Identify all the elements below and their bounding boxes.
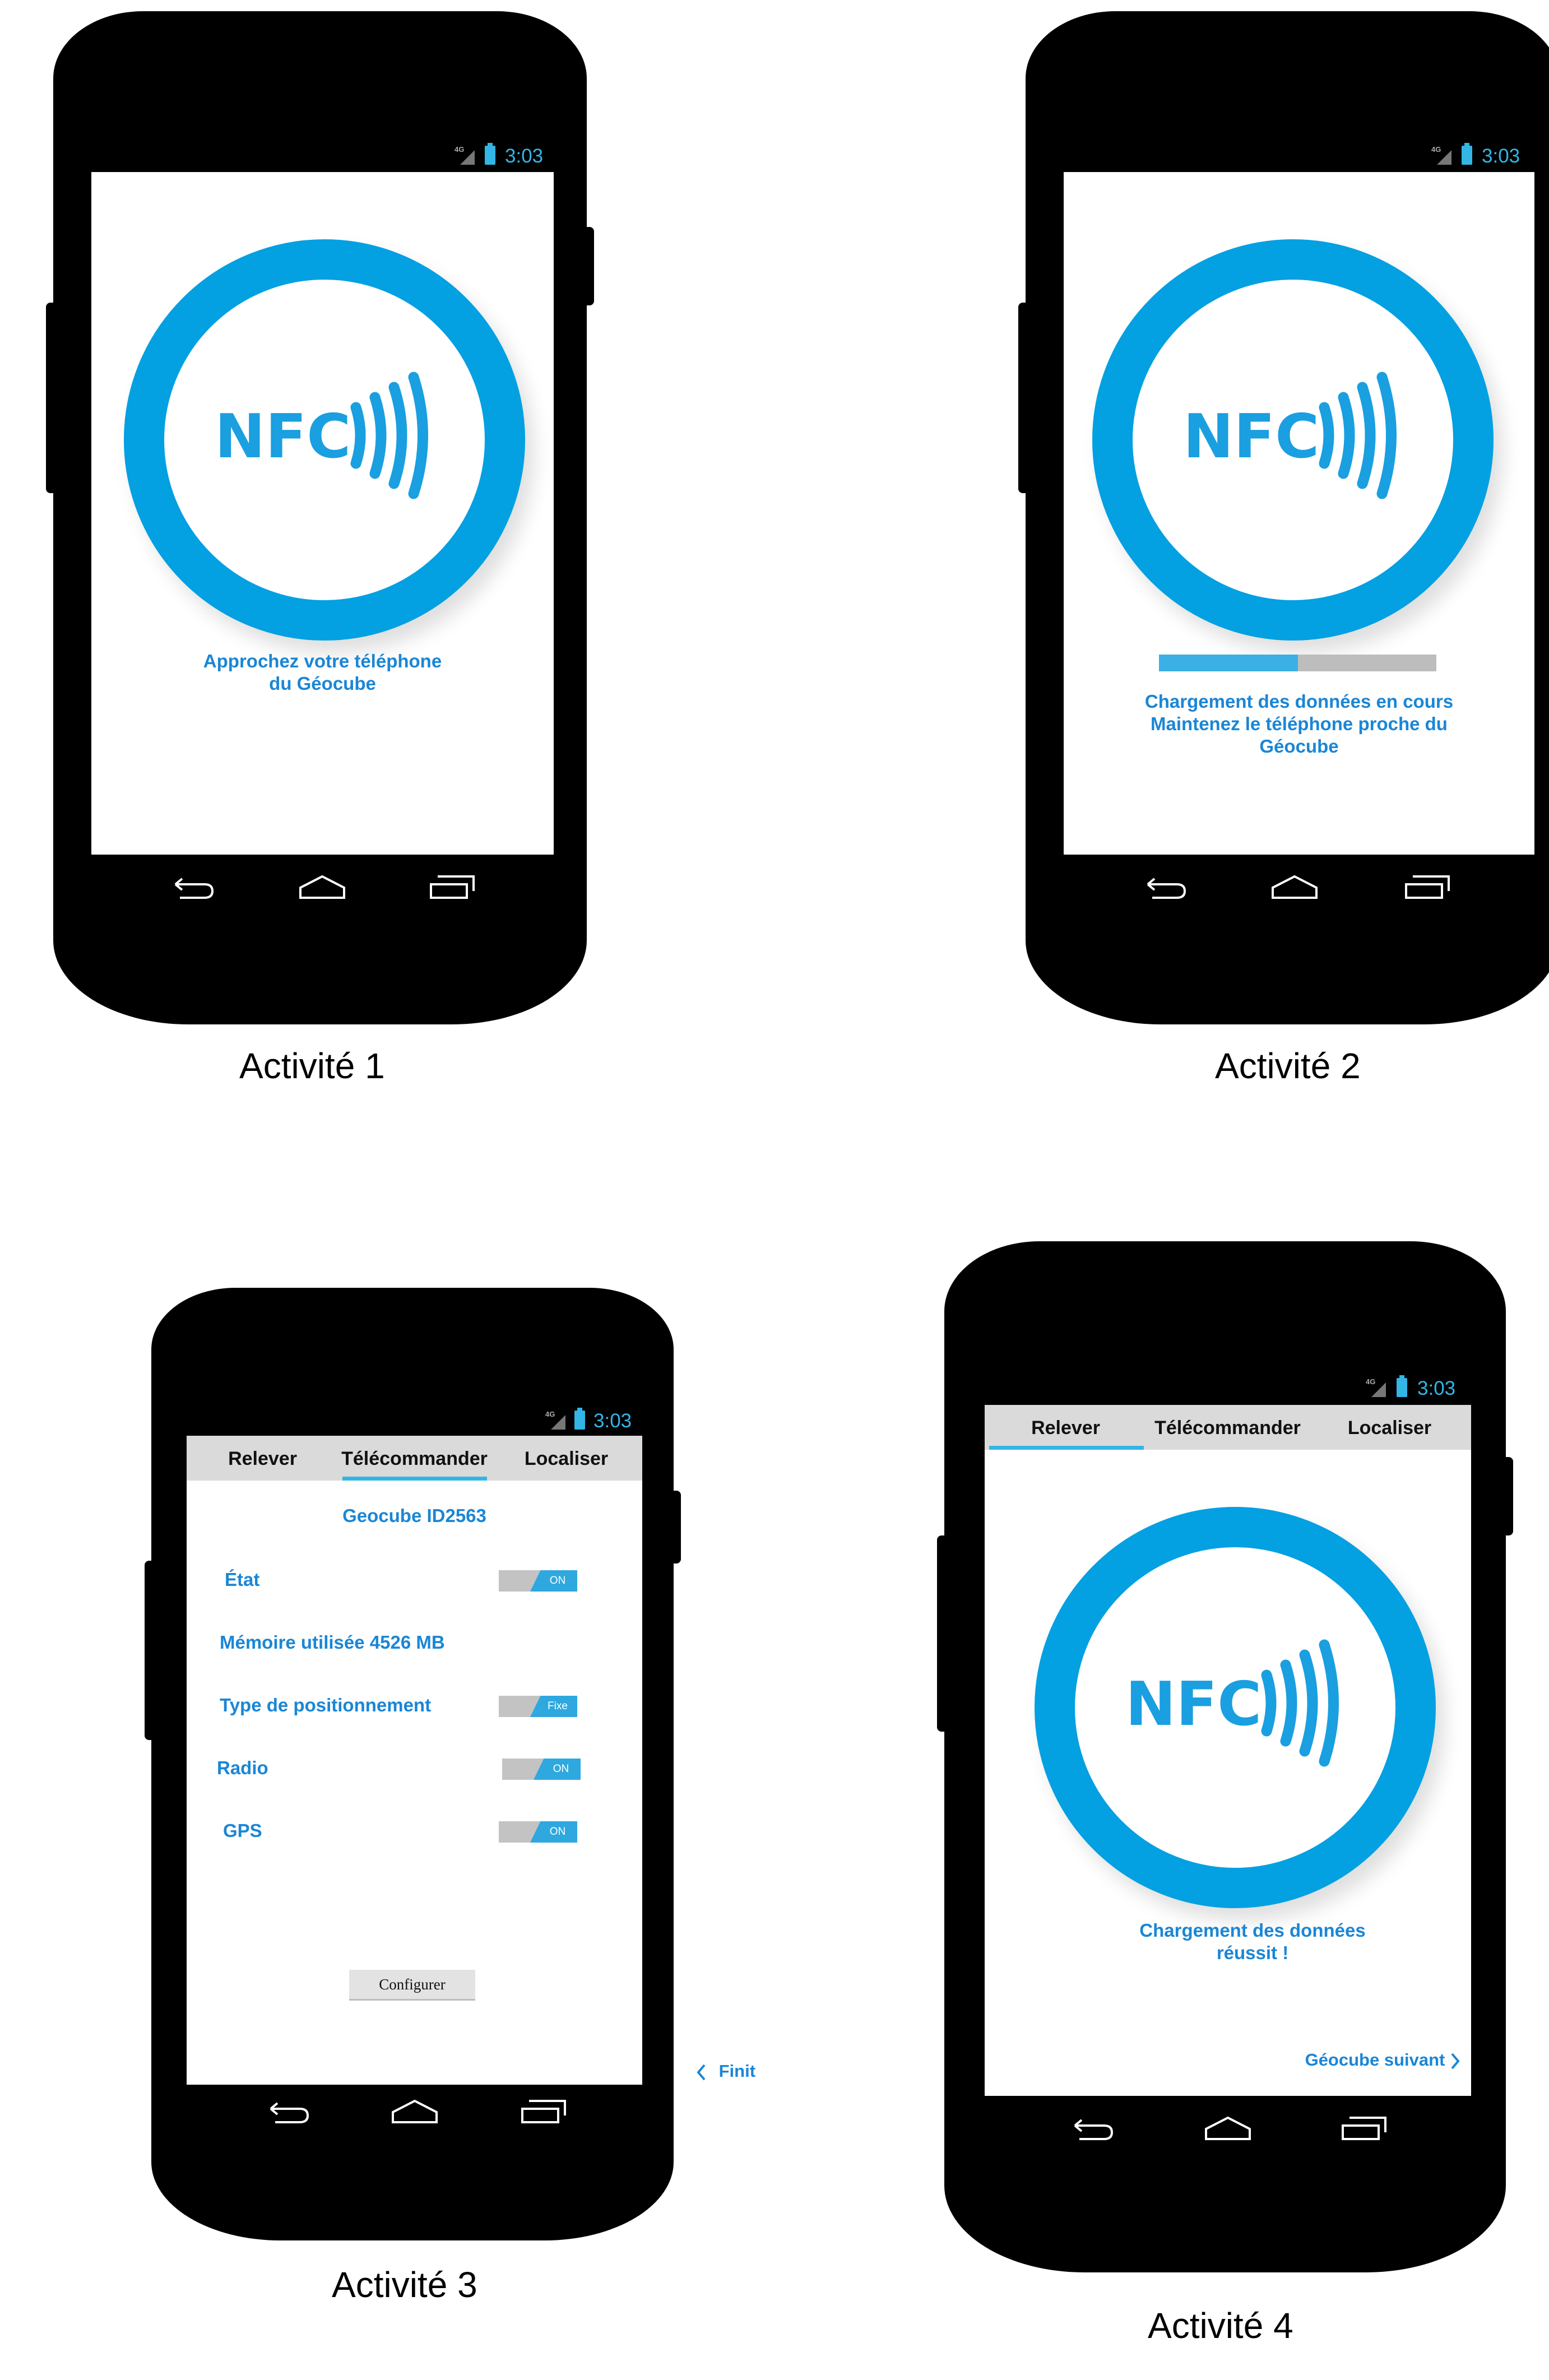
gps-toggle-label: ON <box>549 1826 566 1838</box>
next-geocube-link[interactable]: Géocube suivant <box>1305 2051 1461 2071</box>
tab-bar: Relever Télécommander Localiser <box>985 1405 1471 1450</box>
screen: Relever Télécommander Localiser Geocube … <box>187 1436 642 2085</box>
finish-link[interactable]: Finit <box>695 2062 755 2082</box>
chevron-right-icon <box>1451 2053 1460 2070</box>
status-time: 3:03 <box>505 145 544 167</box>
loading-text: Chargement des données en cours Maintene… <box>1064 690 1534 758</box>
phone-volume-button <box>1018 303 1029 493</box>
positioning-type-label: Type de positionnement <box>220 1695 432 1715</box>
tab-bar: Relever Télécommander Localiser <box>187 1436 642 1481</box>
phone-power-button <box>1502 1457 1513 1535</box>
back-icon[interactable] <box>171 874 216 902</box>
status-time: 3:03 <box>1482 145 1520 167</box>
success-line-2: réussit ! <box>1216 1942 1289 1963</box>
configure-button[interactable]: Configurer <box>349 1970 475 2001</box>
success-text: Chargement des données réussit ! <box>985 1919 1471 1964</box>
status-bar: 4G 3:03 <box>187 1408 642 1436</box>
loading-line-1: Chargement des données en cours <box>1144 691 1454 712</box>
battery-icon <box>1397 1375 1407 1397</box>
screen: Relever Télécommander Localiser NFC Char… <box>985 1405 1471 2096</box>
tab-telecommander[interactable]: Télécommander <box>338 1436 490 1481</box>
signal-icon: 4G <box>1366 1378 1386 1397</box>
recent-apps-icon[interactable] <box>429 873 477 901</box>
phone-volume-button <box>46 303 57 493</box>
caption-activity-3: Activité 3 <box>332 2265 477 2305</box>
chevron-left-icon <box>697 2064 706 2081</box>
instruction-line-2: du Géocube <box>269 673 376 694</box>
status-time: 3:03 <box>593 1410 632 1432</box>
caption-activity-4: Activité 4 <box>1148 2305 1293 2346</box>
loading-line-2: Maintenez le téléphone proche du <box>1151 713 1448 734</box>
progress-fill <box>1159 655 1298 671</box>
screen: NFC Approchez votre téléphone du Géocube <box>91 172 554 855</box>
state-label: État <box>225 1569 260 1590</box>
instruction-text: Approchez votre téléphone du Géocube <box>91 650 554 695</box>
home-icon[interactable] <box>298 873 346 901</box>
signal-icon: 4G <box>1431 146 1451 165</box>
back-icon[interactable] <box>1070 2115 1115 2144</box>
home-icon[interactable] <box>391 2098 439 2126</box>
nfc-icon: NFC <box>1183 372 1397 499</box>
tab-relever[interactable]: Relever <box>985 1405 1147 1450</box>
geocube-id-title: Geocube ID2563 <box>342 1505 486 1526</box>
status-time: 3:03 <box>1417 1377 1456 1399</box>
success-line-1: Chargement des données <box>1139 1920 1366 1941</box>
radio-toggle[interactable]: ON <box>502 1759 581 1780</box>
phone-volume-button <box>145 1561 156 1740</box>
nfc-logo-text: NFC <box>1183 402 1319 472</box>
tab-relever[interactable]: Relever <box>187 1436 338 1481</box>
phone-power-button <box>583 227 594 305</box>
caption-activity-1: Activité 1 <box>239 1046 385 1086</box>
radio-label: Radio <box>217 1757 268 1778</box>
finish-link-label: Finit <box>718 2061 756 2081</box>
radio-toggle-label: ON <box>553 1763 569 1775</box>
recent-apps-icon[interactable] <box>520 2098 568 2126</box>
caption-activity-2: Activité 2 <box>1215 1046 1361 1086</box>
phone-power-button <box>670 1491 681 1564</box>
signal-icon: 4G <box>455 146 475 165</box>
active-tab-indicator <box>342 1477 487 1481</box>
gps-label: GPS <box>223 1820 262 1841</box>
positioning-toggle-label: Fixe <box>548 1700 568 1712</box>
nfc-logo-text: NFC <box>1125 1669 1262 1739</box>
battery-icon <box>574 1408 585 1430</box>
tab-localiser[interactable]: Localiser <box>1309 1405 1471 1450</box>
back-icon[interactable] <box>1143 874 1188 902</box>
status-bar: 4G 3:03 <box>91 143 554 171</box>
tab-localiser[interactable]: Localiser <box>490 1436 642 1481</box>
nfc-icon: NFC <box>1125 1639 1339 1767</box>
battery-icon <box>1462 143 1472 165</box>
back-icon[interactable] <box>266 2099 311 2127</box>
memory-used-label: Mémoire utilisée 4526 MB <box>220 1632 445 1653</box>
home-icon[interactable] <box>1270 873 1319 901</box>
battery-icon <box>485 143 495 165</box>
recent-apps-icon[interactable] <box>1341 2114 1389 2142</box>
recent-apps-icon[interactable] <box>1404 873 1452 901</box>
state-toggle-label: ON <box>549 1575 566 1586</box>
home-icon[interactable] <box>1204 2114 1252 2142</box>
loading-progress-bar <box>1159 655 1436 671</box>
screen: NFC Chargement des données en cours Main… <box>1064 172 1534 855</box>
status-bar: 4G 3:03 <box>985 1375 1471 1403</box>
tab-telecommander[interactable]: Télécommander <box>1147 1405 1309 1450</box>
state-toggle[interactable]: ON <box>499 1570 577 1592</box>
next-geocube-label: Géocube suivant <box>1305 2050 1445 2070</box>
instruction-line-1: Approchez votre téléphone <box>203 651 442 671</box>
active-tab-indicator <box>989 1446 1144 1450</box>
signal-icon: 4G <box>545 1411 565 1430</box>
positioning-type-toggle[interactable]: Fixe <box>499 1696 577 1717</box>
loading-line-3: Géocube <box>1259 736 1339 757</box>
nfc-icon: NFC <box>215 372 428 499</box>
nfc-logo-text: NFC <box>215 402 351 472</box>
status-bar: 4G 3:03 <box>1064 143 1534 171</box>
gps-toggle[interactable]: ON <box>499 1821 577 1843</box>
phone-volume-button <box>937 1535 948 1732</box>
